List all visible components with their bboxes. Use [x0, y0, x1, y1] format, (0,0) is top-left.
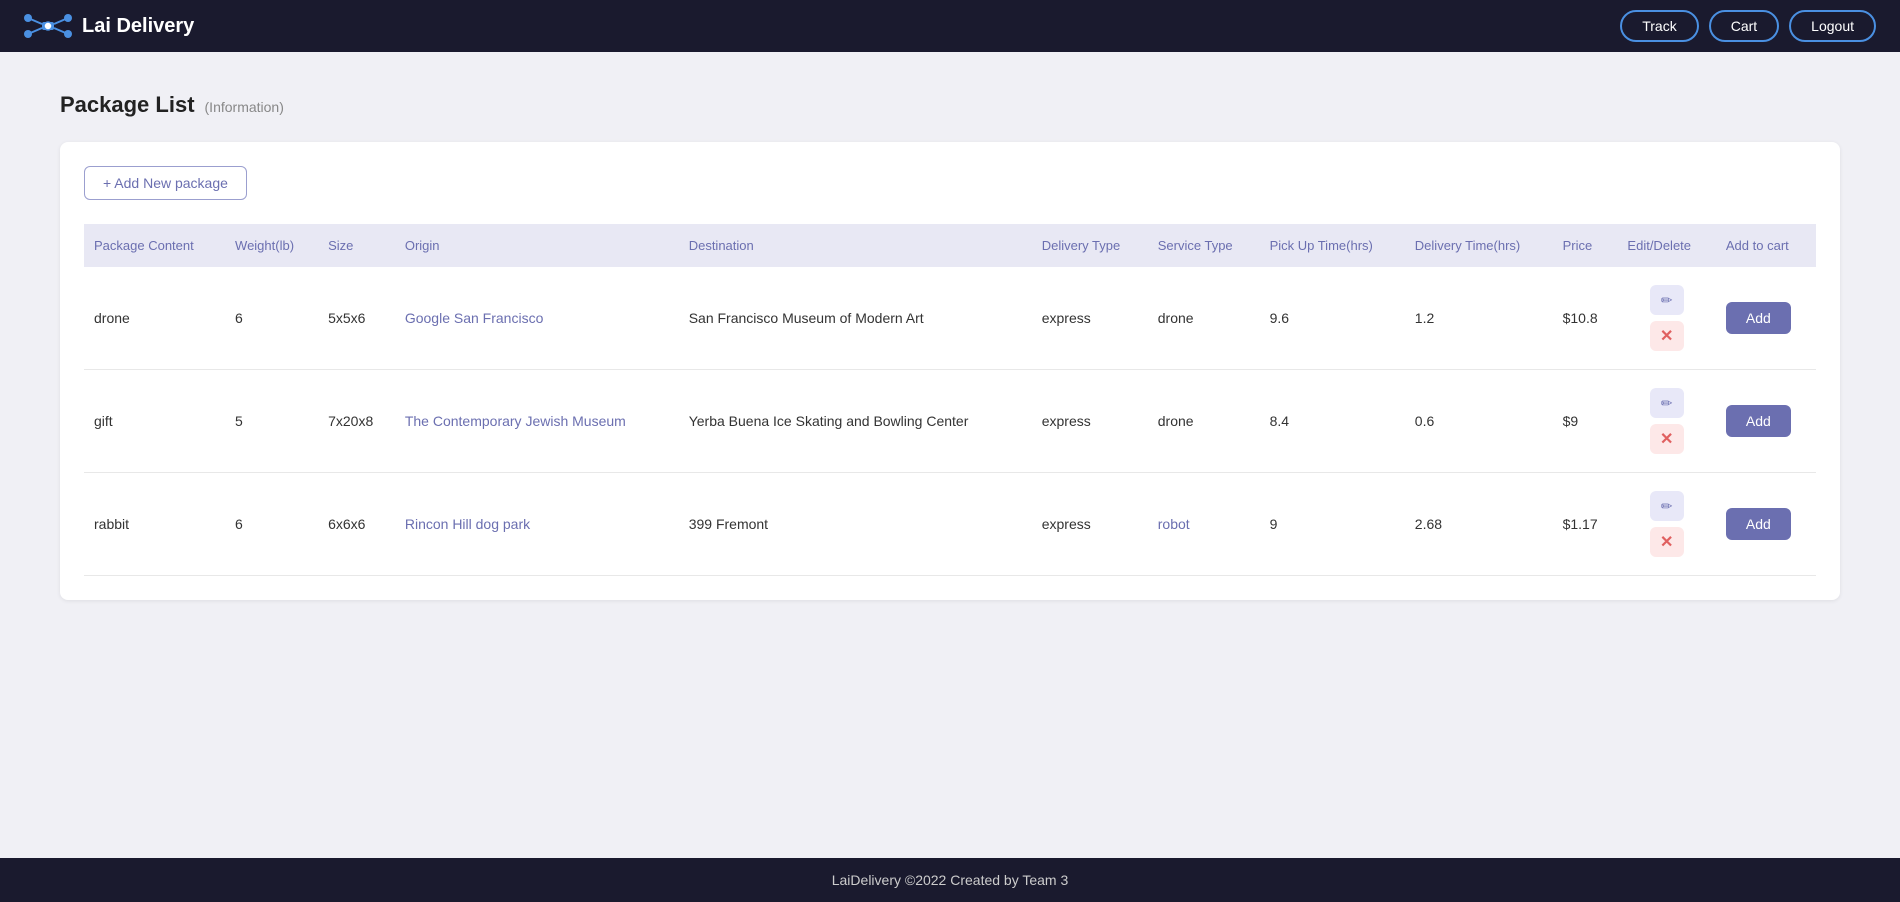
cell-add-to-cart: Add [1716, 473, 1816, 576]
cell-size: 6x6x6 [318, 473, 395, 576]
page-title: Package List [60, 92, 195, 118]
col-header-delivery-type: Delivery Type [1032, 224, 1148, 267]
add-to-cart-button[interactable]: Add [1726, 508, 1791, 540]
add-new-package-button[interactable]: + Add New package [84, 166, 247, 200]
cell-destination: San Francisco Museum of Modern Art [679, 267, 1032, 370]
cell-delivery-time: 2.68 [1405, 473, 1553, 576]
cell-edit-delete: ✏ ✕ [1617, 267, 1715, 370]
cell-content: drone [84, 267, 225, 370]
table-header-row: Package Content Weight(lb) Size Origin D… [84, 224, 1816, 267]
footer: LaiDelivery ©2022 Created by Team 3 [0, 858, 1900, 902]
cell-delivery-type: express [1032, 473, 1148, 576]
table-row: rabbit 6 6x6x6 Rincon Hill dog park 399 … [84, 473, 1816, 576]
page-subtitle: (Information) [205, 99, 284, 115]
cell-pickup-time: 9 [1260, 473, 1405, 576]
cell-content: gift [84, 370, 225, 473]
package-list-card: + Add New package Package Content Weight… [60, 142, 1840, 600]
col-header-pickup-time: Pick Up Time(hrs) [1260, 224, 1405, 267]
cell-pickup-time: 8.4 [1260, 370, 1405, 473]
cell-price: $10.8 [1553, 267, 1618, 370]
header: Lai Delivery Track Cart Logout [0, 0, 1900, 52]
add-to-cart-button[interactable]: Add [1726, 302, 1791, 334]
cell-add-to-cart: Add [1716, 267, 1816, 370]
col-header-destination: Destination [679, 224, 1032, 267]
cell-size: 5x5x6 [318, 267, 395, 370]
packages-table: Package Content Weight(lb) Size Origin D… [84, 224, 1816, 576]
cell-origin: Google San Francisco [395, 267, 679, 370]
cell-pickup-time: 9.6 [1260, 267, 1405, 370]
col-header-service-type: Service Type [1148, 224, 1260, 267]
cell-weight: 6 [225, 473, 318, 576]
col-header-add-to-cart: Add to cart [1716, 224, 1816, 267]
cell-delivery-type: express [1032, 370, 1148, 473]
delete-button[interactable]: ✕ [1650, 321, 1684, 351]
cart-button[interactable]: Cart [1709, 10, 1779, 42]
edit-button[interactable]: ✏ [1650, 491, 1684, 521]
track-button[interactable]: Track [1620, 10, 1698, 42]
logo: Lai Delivery [24, 8, 194, 44]
cell-add-to-cart: Add [1716, 370, 1816, 473]
delete-button[interactable]: ✕ [1650, 527, 1684, 557]
col-header-origin: Origin [395, 224, 679, 267]
page-title-row: Package List (Information) [60, 92, 1840, 118]
col-header-delivery-time: Delivery Time(hrs) [1405, 224, 1553, 267]
cell-size: 7x20x8 [318, 370, 395, 473]
cell-weight: 6 [225, 267, 318, 370]
cell-delivery-type: express [1032, 267, 1148, 370]
cell-service-type: drone [1148, 267, 1260, 370]
cell-weight: 5 [225, 370, 318, 473]
add-to-cart-button[interactable]: Add [1726, 405, 1791, 437]
header-buttons: Track Cart Logout [1620, 10, 1876, 42]
cell-destination: 399 Fremont [679, 473, 1032, 576]
table-row: gift 5 7x20x8 The Contemporary Jewish Mu… [84, 370, 1816, 473]
col-header-weight: Weight(lb) [225, 224, 318, 267]
edit-button[interactable]: ✏ [1650, 285, 1684, 315]
cell-origin: Rincon Hill dog park [395, 473, 679, 576]
col-header-price: Price [1553, 224, 1618, 267]
cell-edit-delete: ✏ ✕ [1617, 473, 1715, 576]
cell-price: $9 [1553, 370, 1618, 473]
logo-icon [24, 8, 72, 44]
footer-text: LaiDelivery ©2022 Created by Team 3 [832, 872, 1069, 888]
cell-price: $1.17 [1553, 473, 1618, 576]
cell-service-type: robot [1148, 473, 1260, 576]
cell-delivery-time: 0.6 [1405, 370, 1553, 473]
logout-button[interactable]: Logout [1789, 10, 1876, 42]
delete-button[interactable]: ✕ [1650, 424, 1684, 454]
edit-button[interactable]: ✏ [1650, 388, 1684, 418]
cell-destination: Yerba Buena Ice Skating and Bowling Cent… [679, 370, 1032, 473]
col-header-content: Package Content [84, 224, 225, 267]
table-row: drone 6 5x5x6 Google San Francisco San F… [84, 267, 1816, 370]
app-title: Lai Delivery [82, 15, 194, 38]
cell-service-type: drone [1148, 370, 1260, 473]
col-header-edit-delete: Edit/Delete [1617, 224, 1715, 267]
cell-origin: The Contemporary Jewish Museum [395, 370, 679, 473]
cell-edit-delete: ✏ ✕ [1617, 370, 1715, 473]
cell-content: rabbit [84, 473, 225, 576]
col-header-size: Size [318, 224, 395, 267]
cell-delivery-time: 1.2 [1405, 267, 1553, 370]
main-content: Package List (Information) + Add New pac… [0, 52, 1900, 858]
